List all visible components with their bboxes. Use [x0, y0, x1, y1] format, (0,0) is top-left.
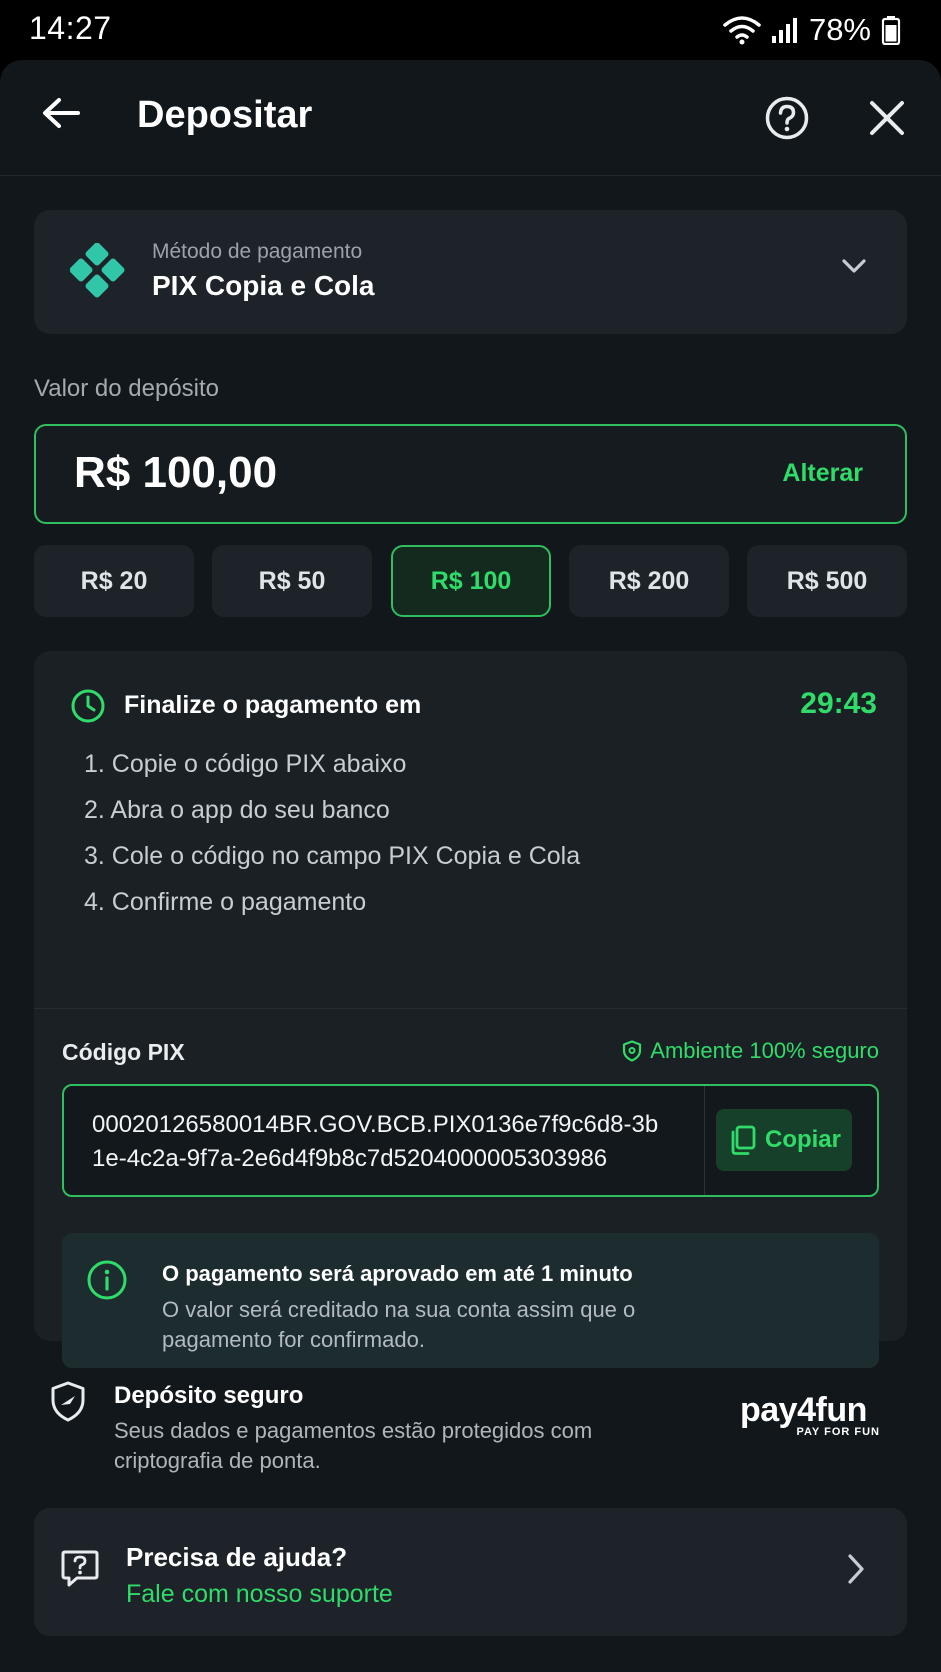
status-time: 14:27 [29, 10, 112, 46]
finalize-label: Finalize o pagamento em [124, 691, 422, 719]
close-button[interactable] [864, 95, 910, 141]
chat-question-icon [60, 1548, 100, 1595]
divider [34, 1008, 907, 1009]
payment-method-label: Método de pagamento [152, 240, 363, 263]
copy-code-button[interactable]: Copiar [716, 1109, 852, 1171]
instruction-steps: 1. Copie o código PIX abaixo 2. Abra o a… [84, 749, 580, 933]
payment-method-name: PIX Copia e Cola [152, 270, 375, 301]
chevron-right-icon [844, 1552, 868, 1591]
preset-chip[interactable]: R$ 200 [569, 545, 729, 617]
signal-icon [771, 16, 799, 44]
shield-check-icon [623, 1040, 642, 1062]
pix-code-label: Código PIX [62, 1039, 185, 1065]
preset-chip[interactable]: R$ 50 [212, 545, 372, 617]
brand-name: pay4fun [740, 1391, 867, 1429]
battery-icon [881, 15, 901, 45]
pix-icon [69, 242, 126, 304]
info-icon [86, 1259, 128, 1306]
instruction-step: 1. Copie o código PIX abaixo [84, 750, 407, 778]
clock-icon [70, 688, 106, 729]
payment-method-selector[interactable]: Método de pagamento PIX Copia e Cola [34, 210, 907, 334]
status-bar: 14:27 78% [0, 0, 941, 60]
pay4fun-logo: pay4fun PAY FOR FUN [740, 1392, 880, 1438]
secure-environment-label: Ambiente 100% seguro [650, 1038, 879, 1063]
pix-code-field[interactable]: 00020126580014BR.GOV.BCB.PIX0136e7f9c6d8… [62, 1084, 879, 1197]
secure-deposit-body: Seus dados e pagamentos estão protegidos… [114, 1418, 593, 1473]
question-circle-icon [765, 96, 809, 140]
shield-icon [48, 1380, 88, 1429]
deposit-amount-field[interactable]: R$ 100,00 Alterar [34, 424, 907, 524]
divider [704, 1086, 705, 1195]
approval-info-title: O pagamento será aprovado em até 1 minut… [162, 1261, 633, 1286]
payment-instructions-card: Finalize o pagamento em 29:43 1. Copie o… [34, 651, 907, 1368]
preset-chip[interactable]: R$ 500 [747, 545, 907, 617]
chevron-down-icon [840, 256, 868, 281]
back-arrow-icon [43, 98, 80, 128]
back-button[interactable] [38, 90, 84, 136]
instruction-step: 4. Confirme o pagamento [84, 888, 367, 916]
deposit-amount-label: Valor do depósito [34, 375, 220, 402]
deposit-sheet: Depositar Método de pagamento PIX Copia … [0, 60, 941, 1672]
support-card[interactable]: Precisa de ajuda? Fale com nosso suporte [34, 1508, 907, 1636]
help-title: Precisa de ajuda? [126, 1542, 348, 1572]
secure-deposit-section: Depósito seguro Seus dados e pagamentos … [0, 1370, 941, 1490]
close-icon [870, 101, 904, 135]
pix-code-text[interactable]: 00020126580014BR.GOV.BCB.PIX0136e7f9c6d8… [92, 1108, 667, 1176]
support-link[interactable]: Fale com nosso suporte [126, 1580, 393, 1609]
preset-chip-selected[interactable]: R$ 100 [391, 545, 551, 617]
wifi-icon [723, 15, 761, 45]
page-title: Depositar [137, 94, 313, 136]
secure-deposit-title: Depósito seguro [114, 1382, 304, 1409]
approval-info-body: O valor será creditado na sua conta assi… [162, 1297, 636, 1352]
secure-environment-tag: Ambiente 100% seguro [622, 1038, 879, 1064]
approval-info-box: O pagamento será aprovado em até 1 minut… [62, 1233, 879, 1368]
header: Depositar [0, 60, 941, 176]
preset-chip[interactable]: R$ 20 [34, 545, 194, 617]
battery-level: 78% [808, 12, 871, 47]
instruction-step: 2. Abra o app do seu banco [84, 796, 390, 824]
instruction-step: 3. Cole o código no campo PIX Copia e Co… [84, 842, 581, 870]
help-button[interactable] [764, 95, 810, 141]
amount-presets: R$ 20 R$ 50 R$ 100 R$ 200 R$ 500 [34, 545, 907, 617]
copy-icon [731, 1125, 756, 1155]
deposit-amount-value: R$ 100,00 [74, 448, 278, 497]
copy-label: Copiar [764, 1126, 841, 1153]
change-amount-button[interactable]: Alterar [782, 459, 863, 488]
countdown-timer: 29:43 [800, 687, 877, 720]
status-icons: 78% [723, 12, 901, 48]
